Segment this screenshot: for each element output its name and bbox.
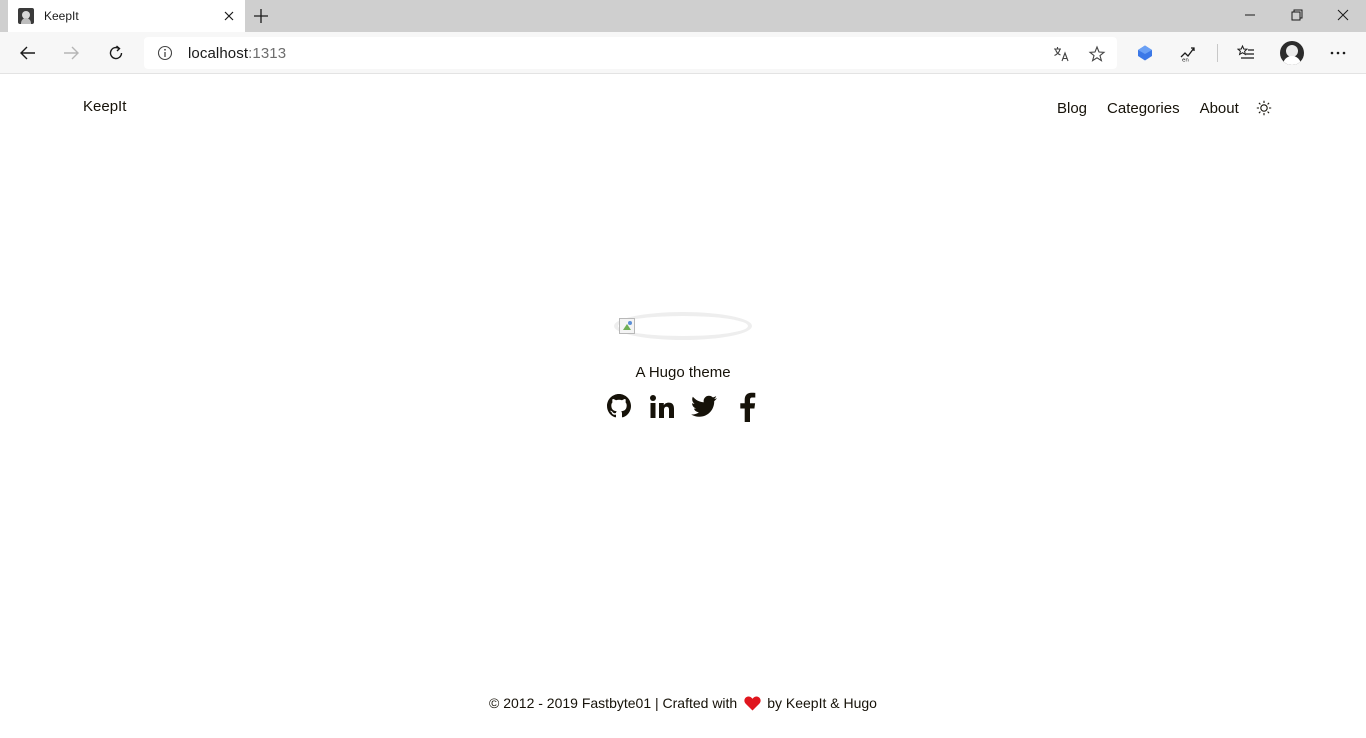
linkedin-icon[interactable] [648,391,676,423]
new-tab-icon[interactable] [250,5,272,27]
github-icon[interactable] [605,391,633,423]
home-avatar [614,312,752,340]
site-info-icon[interactable] [156,44,174,62]
restore-icon[interactable] [1274,0,1320,30]
footer-copyright: © 2012 - 2019 Fastbyte01 | Crafted with [489,695,738,711]
forward-icon[interactable] [55,38,87,68]
tab-title: KeepIt [44,9,79,23]
favorite-star-icon[interactable] [1086,43,1108,65]
browser-tab[interactable]: KeepIt [8,0,245,32]
url-host: localhost [188,45,249,62]
social-links [605,391,761,423]
toolbar-separator [1217,44,1218,62]
site-logo-link[interactable]: KeepIt [83,98,126,115]
url-text[interactable]: localhost:1313 [188,45,286,62]
broken-image-icon [619,318,635,334]
url-port: :1313 [248,45,287,62]
profile-avatar[interactable] [1280,41,1304,65]
nav-item-blog[interactable]: Blog [1057,100,1087,117]
home-subtitle: A Hugo theme [635,364,731,381]
nav-item-categories[interactable]: Categories [1107,100,1180,117]
page-viewport: KeepIt Blog Categories About A Hugo them… [0,75,1366,738]
browser-toolbar: localhost:1313 en [0,32,1366,74]
back-icon[interactable] [12,38,44,68]
facebook-icon[interactable] [733,391,761,423]
browser-tab-strip: KeepIt [0,0,1366,32]
address-bar[interactable]: localhost:1313 [144,37,1117,69]
tab-close-icon[interactable] [219,6,239,26]
translate-icon[interactable] [1050,43,1072,65]
main-nav: Blog Categories About [1057,99,1273,117]
favorites-list-icon[interactable] [1230,38,1262,68]
nav-item-about[interactable]: About [1200,100,1239,117]
read-aloud-icon[interactable]: en [1173,38,1205,68]
theme-toggle-sun-icon[interactable] [1255,99,1273,117]
more-options-icon[interactable] [1322,38,1354,68]
site-favicon-icon [18,8,34,24]
refresh-icon[interactable] [100,38,132,68]
twitter-icon[interactable] [690,391,718,423]
heart-icon [743,695,761,711]
close-window-icon[interactable] [1320,0,1366,30]
svg-text:en: en [1182,58,1189,63]
extension-icon[interactable] [1129,38,1161,68]
site-footer: © 2012 - 2019 Fastbyte01 | Crafted with … [0,695,1366,711]
minimize-icon[interactable] [1227,0,1273,30]
footer-credits: by KeepIt & Hugo [767,695,877,711]
